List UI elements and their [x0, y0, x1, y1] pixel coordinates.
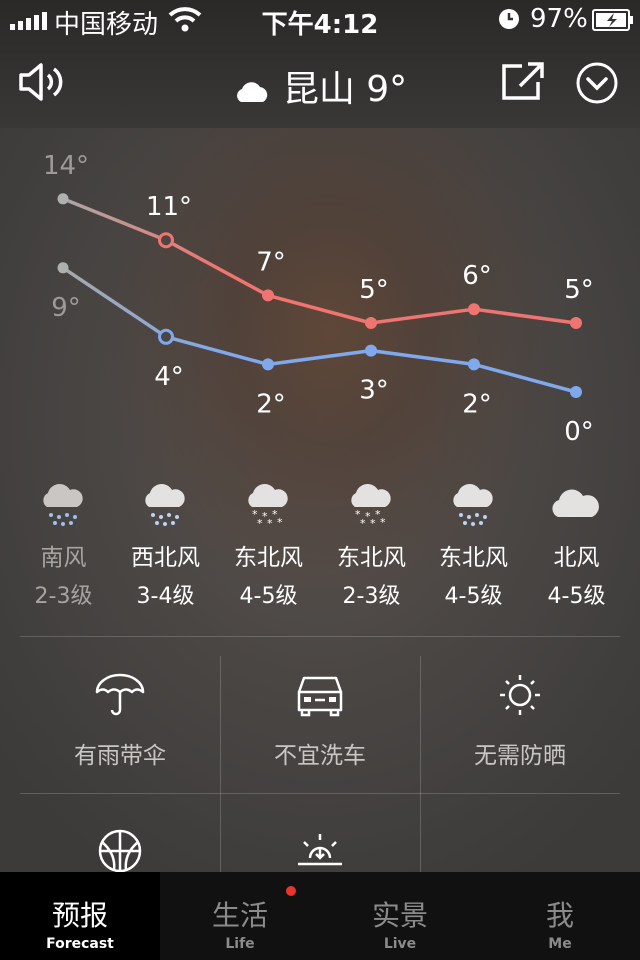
umbrella-icon	[95, 673, 145, 716]
low-temp-point	[365, 344, 377, 357]
svg-text:*: *	[257, 517, 263, 527]
chevron-circle-icon[interactable]	[575, 61, 619, 105]
high-temp-point	[468, 303, 480, 316]
low-temp-point	[158, 328, 174, 345]
life-label: 不宜洗车	[274, 743, 366, 769]
car-icon	[297, 676, 343, 717]
low-temp-point	[468, 358, 480, 371]
svg-text:*: *	[277, 516, 283, 527]
life-label: 无需防晒	[474, 743, 566, 769]
low-temp-line	[62, 266, 577, 394]
svg-text:*: *	[370, 517, 376, 527]
wind-level: 4-5级	[547, 584, 606, 609]
svg-text:*: *	[360, 517, 366, 527]
forecast-day-6: 北风 4-5级	[525, 472, 628, 610]
tab-sublabel: Life	[225, 936, 255, 952]
wind-direction: 东北风	[337, 545, 406, 571]
wind-direction: 南风	[40, 545, 87, 571]
high-temp-point	[365, 317, 377, 329]
life-item-carwash[interactable]: 不宜洗车	[220, 672, 420, 770]
tab-forecast[interactable]: 预报 Forecast	[0, 872, 160, 960]
rain-snow-icon	[12, 472, 115, 536]
high-temp-point	[262, 289, 274, 302]
life-item-sunset[interactable]	[220, 828, 420, 876]
tab-label: 预报	[51, 899, 108, 932]
tab-sublabel: Me	[548, 936, 572, 952]
high-temp-label: 6°	[462, 261, 492, 291]
low-temp-point	[262, 358, 274, 371]
sunset-icon	[298, 834, 342, 866]
forecast-day-2: 西北风 3-4级	[114, 472, 217, 610]
low-temp-label: 9°	[51, 293, 81, 323]
tab-label: 我	[545, 899, 574, 932]
svg-text:*: *	[380, 516, 386, 527]
wind-level: 2-3级	[34, 584, 93, 609]
tab-bar: 预报 Forecast 生活 Life 实景 Live 我 Me	[0, 872, 640, 960]
high-temp-label: 11°	[146, 192, 192, 222]
share-icon[interactable]	[500, 62, 546, 102]
divider	[20, 636, 620, 637]
battery-icon	[592, 9, 633, 31]
wind-level: 3-4级	[136, 584, 195, 609]
divider	[20, 793, 620, 794]
status-bar: 中国移动 下午4:12 97%	[0, 0, 640, 40]
basketball-icon	[98, 829, 142, 873]
tab-sublabel: Forecast	[46, 936, 114, 952]
wind-direction: 东北风	[234, 545, 303, 571]
low-temp-point	[570, 386, 582, 398]
rain-snow-icon	[114, 472, 217, 536]
rain-snow-icon	[422, 472, 525, 536]
tab-sublabel: Live	[383, 936, 417, 952]
tab-life[interactable]: 生活 Life	[160, 872, 320, 960]
forecast-day-5: 东北风 4-5级	[422, 472, 525, 610]
life-item-sport[interactable]	[20, 828, 220, 876]
low-temp-point	[57, 262, 69, 274]
high-temp-point	[57, 193, 69, 205]
tab-me[interactable]: 我 Me	[480, 872, 640, 960]
high-temp-label: 7°	[256, 247, 286, 277]
cloud-icon	[525, 472, 628, 536]
low-temp-label: 0°	[564, 417, 594, 447]
city-name: 昆山	[282, 69, 355, 110]
snow-icon: * * * * * *	[320, 472, 423, 536]
battery-percent: 97%	[530, 4, 588, 34]
low-temp-label: 3°	[359, 376, 389, 406]
low-temp-label: 2°	[256, 389, 286, 419]
wind-level: 2-3级	[342, 584, 401, 609]
life-item-sunscreen[interactable]: 无需防晒	[420, 672, 620, 770]
life-item-umbrella[interactable]: 有雨带伞	[20, 672, 220, 770]
wind-direction: 东北风	[439, 545, 508, 571]
current-temp: 9°	[366, 69, 408, 110]
forecast-day-4: * * * * * * 东北风 2-3级	[320, 472, 423, 610]
tab-label: 生活	[211, 899, 268, 932]
temperature-chart: 14° 11° 7° 5° 6° 5° 9° 4° 2° 3° 2° 0°	[43, 151, 594, 447]
wind-direction: 西北风	[131, 545, 200, 571]
life-label: 有雨带伞	[74, 743, 166, 769]
sun-icon	[500, 675, 540, 715]
high-temp-point	[570, 317, 582, 329]
high-temp-line	[62, 197, 577, 325]
wind-direction: 北风	[553, 545, 600, 571]
forecast-day-1: 南风 2-3级	[12, 472, 115, 610]
tab-live[interactable]: 实景 Live	[320, 872, 480, 960]
wind-level: 4-5级	[444, 584, 503, 609]
low-temp-label: 4°	[154, 362, 184, 392]
alarm-clock-icon	[499, 9, 519, 29]
cloud-icon	[236, 82, 268, 102]
high-temp-label: 5°	[564, 275, 594, 305]
svg-text:*: *	[267, 517, 273, 527]
wind-level: 4-5级	[239, 584, 298, 609]
tab-label: 实景	[371, 899, 428, 932]
low-temp-label: 2°	[462, 389, 492, 419]
high-temp-label: 5°	[359, 275, 389, 305]
forecast-day-3: * * * * * * 东北风 4-5级	[217, 472, 320, 610]
notification-dot	[286, 886, 296, 896]
high-temp-point	[158, 232, 174, 249]
snow-icon: * * * * * *	[217, 472, 320, 536]
header: 昆山 9°	[0, 40, 640, 128]
high-temp-label: 14°	[43, 151, 89, 181]
